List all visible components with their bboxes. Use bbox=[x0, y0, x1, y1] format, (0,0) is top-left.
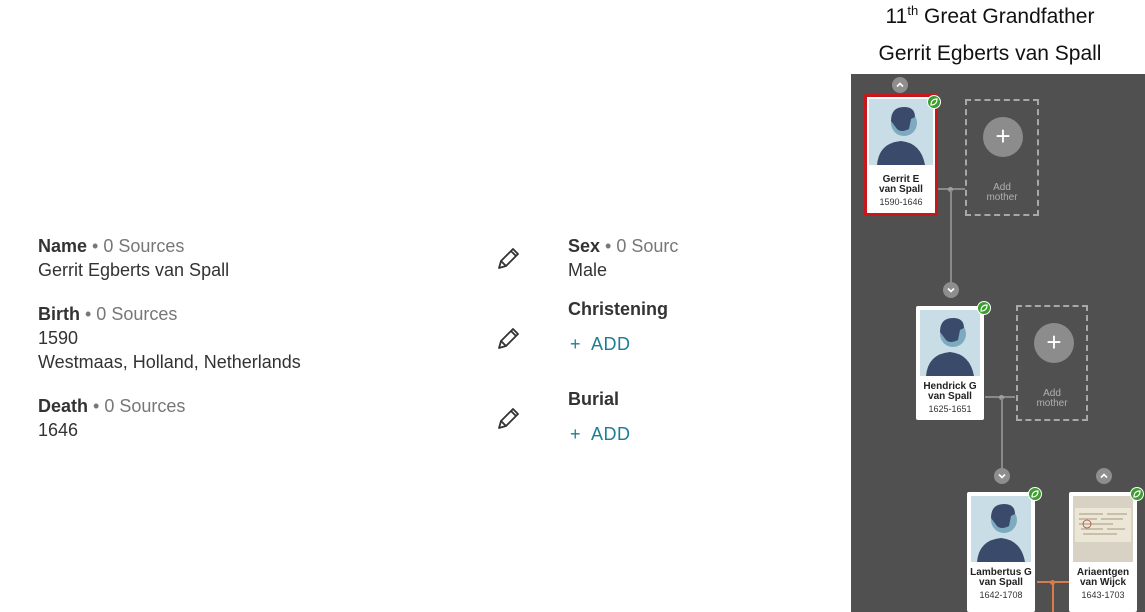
person-last-name: van Spall bbox=[928, 391, 972, 402]
person-card-ariaentgen[interactable]: Ariaentgen van Wijck 1643-1703 bbox=[1069, 492, 1137, 612]
fact-death-date: 1646 bbox=[38, 420, 79, 440]
hint-leaf-icon[interactable] bbox=[1130, 487, 1144, 501]
fact-birth-place: Westmaas, Holland, Netherlands bbox=[38, 352, 301, 372]
hint-leaf-icon[interactable] bbox=[977, 301, 991, 315]
person-silhouette-icon bbox=[920, 310, 980, 376]
christening-title: Christening bbox=[568, 299, 669, 319]
relation-text: Great Grandfather bbox=[918, 5, 1095, 28]
fact-sex: Sex • 0 Sources Male bbox=[568, 234, 678, 282]
christening-add-link[interactable]: + ADD bbox=[570, 334, 631, 355]
fact-birth-sources[interactable]: • 0 Sources bbox=[80, 304, 177, 324]
fact-sex-label: Sex bbox=[568, 236, 601, 256]
fact-name: Name • 0 Sources Gerrit Egberts van Spal… bbox=[38, 234, 229, 282]
plus-icon: + bbox=[570, 334, 582, 354]
relation-suffix: th bbox=[907, 3, 919, 18]
ancestor-name-caption: Gerrit Egberts van Spall bbox=[878, 42, 1102, 65]
relationship-caption: 11th Great Grandfather bbox=[851, 3, 1129, 29]
person-silhouette-icon bbox=[869, 99, 933, 165]
hint-leaf-icon[interactable] bbox=[1028, 487, 1042, 501]
plus-icon: + bbox=[570, 424, 582, 444]
person-last-name: van Wijck bbox=[1079, 577, 1127, 588]
add-mother-label: Add mother bbox=[986, 182, 1018, 203]
family-tree-panel[interactable]: Gerrit E van Spall 1590-1646 + Add mothe… bbox=[851, 74, 1145, 612]
burial-add-link[interactable]: + ADD bbox=[570, 424, 631, 445]
edit-birth-pencil-icon[interactable] bbox=[495, 326, 521, 352]
fact-sex-value: Male bbox=[568, 260, 608, 280]
christening-add-label: ADD bbox=[591, 334, 631, 354]
add-mother-label: Add mother bbox=[1036, 388, 1068, 409]
person-years: 1625-1651 bbox=[928, 404, 972, 414]
relation-number: 11 bbox=[885, 5, 908, 28]
chevron-up-icon[interactable] bbox=[1096, 468, 1112, 484]
person-silhouette-icon bbox=[971, 496, 1031, 562]
chevron-down-icon[interactable] bbox=[943, 282, 959, 298]
fact-birth: Birth • 0 Sources 1590 Westmaas, Holland… bbox=[38, 302, 301, 374]
descent-line bbox=[950, 190, 952, 284]
edit-name-pencil-icon[interactable] bbox=[495, 246, 521, 272]
burial-add-label: ADD bbox=[591, 424, 631, 444]
plus-icon: + bbox=[983, 117, 1023, 157]
fact-name-sources[interactable]: • 0 Sources bbox=[87, 236, 184, 256]
person-last-name: van Spall bbox=[979, 577, 1023, 588]
fact-death-sources[interactable]: • 0 Sources bbox=[88, 396, 185, 416]
descent-line bbox=[1001, 398, 1003, 470]
fact-birth-label: Birth bbox=[38, 304, 80, 324]
fact-sex-sources[interactable]: • 0 Sources bbox=[600, 236, 678, 256]
person-years: 1590-1646 bbox=[879, 197, 923, 207]
add-mother-button[interactable]: + Add mother bbox=[965, 99, 1039, 216]
hint-leaf-icon[interactable] bbox=[927, 95, 941, 109]
plus-icon: + bbox=[1034, 323, 1074, 363]
person-years: 1643-1703 bbox=[1081, 590, 1125, 600]
fact-name-value: Gerrit Egberts van Spall bbox=[38, 260, 230, 280]
add-mother-button[interactable]: + Add mother bbox=[1016, 305, 1088, 421]
fact-death-label: Death bbox=[38, 396, 89, 416]
person-last-name: van Spall bbox=[879, 184, 923, 195]
fact-name-label: Name bbox=[38, 236, 88, 256]
edit-death-pencil-icon[interactable] bbox=[495, 406, 521, 432]
document-thumbnail bbox=[1073, 496, 1133, 562]
chevron-down-icon[interactable] bbox=[994, 468, 1010, 484]
burial-title: Burial bbox=[568, 389, 620, 409]
person-years: 1642-1708 bbox=[979, 590, 1023, 600]
chevron-up-icon[interactable] bbox=[892, 77, 908, 93]
descent-line bbox=[1052, 583, 1054, 612]
person-card-gerrit[interactable]: Gerrit E van Spall 1590-1646 bbox=[864, 94, 938, 216]
fact-death: Death • 0 Sources 1646 bbox=[38, 394, 185, 442]
person-card-hendrick[interactable]: Hendrick G van Spall 1625-1651 bbox=[916, 306, 984, 420]
fact-birth-date: 1590 bbox=[38, 328, 79, 348]
person-card-lambertus[interactable]: Lambertus G van Spall 1642-1708 bbox=[967, 492, 1035, 612]
